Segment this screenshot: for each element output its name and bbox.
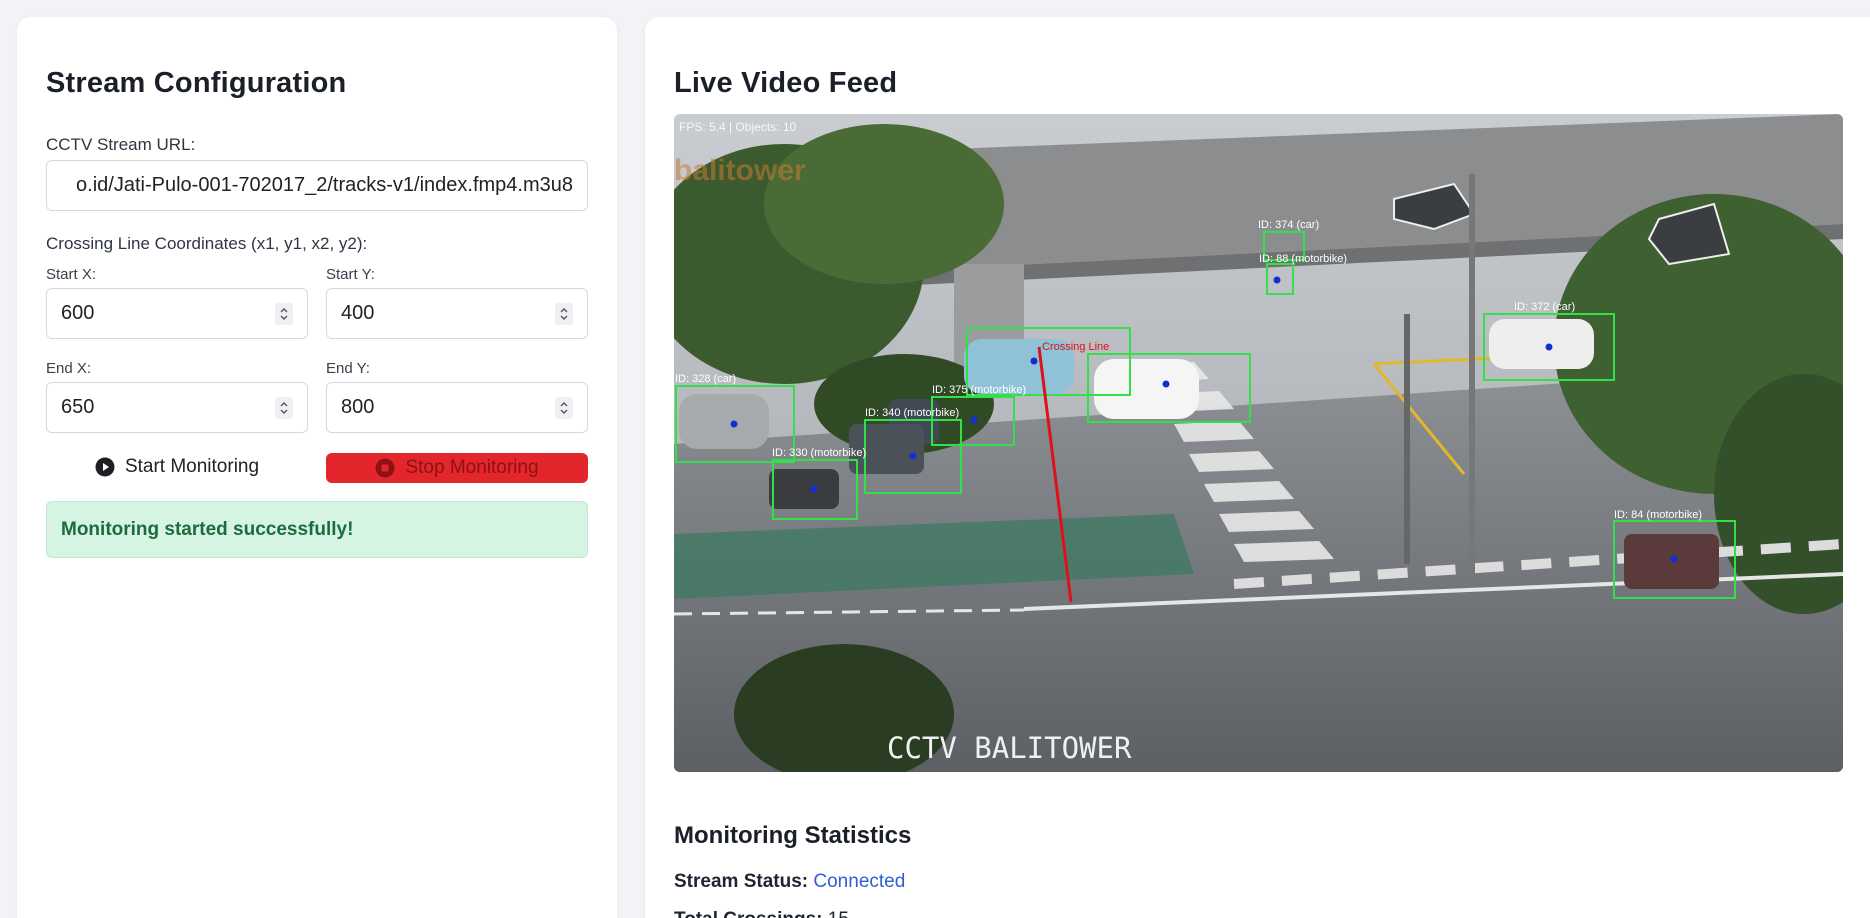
- fps-overlay: FPS: 5.4 | Objects: 10: [679, 120, 796, 134]
- stop-monitoring-label: Stop Monitoring: [405, 457, 539, 478]
- panel-title: Stream Configuration: [46, 67, 347, 99]
- stream-status: Stream Status: Connected: [674, 871, 905, 893]
- url-label: CCTV Stream URL:: [46, 135, 196, 154]
- start-y-label: Start Y:: [326, 266, 375, 283]
- det-label-328: ID: 328 (car): [675, 373, 736, 385]
- det-label-84: ID: 84 (motorbike): [1614, 509, 1702, 521]
- coordinates-label: Crossing Line Coordinates (x1, y1, x2, y…: [46, 234, 368, 253]
- video-scene: FPS: 5.4 | Objects: 10 balitower CCTV BA…: [674, 114, 1843, 772]
- stop-monitoring-button[interactable]: Stop Monitoring: [326, 453, 588, 483]
- video-frame[interactable]: FPS: 5.4 | Objects: 10 balitower CCTV BA…: [674, 114, 1843, 772]
- stop-icon: [375, 458, 395, 478]
- det-label-372: ID: 372 (car): [1514, 301, 1575, 313]
- stream-url-input[interactable]: o.id/Jati-Pulo-001-702017_2/tracks-v1/in…: [46, 160, 588, 211]
- stream-status-value: Connected: [813, 871, 906, 892]
- total-crossings: Total Crossings: 15: [674, 909, 849, 918]
- play-icon: [95, 457, 115, 477]
- stream-configuration-panel: Stream Configuration CCTV Stream URL: o.…: [17, 17, 617, 918]
- end-y-stepper[interactable]: [555, 397, 573, 419]
- start-x-stepper[interactable]: [275, 303, 293, 325]
- total-crossings-label: Total Crossings:: [674, 909, 823, 918]
- cctv-text: CCTV BALITOWER: [887, 731, 1132, 765]
- crossing-line-label: Crossing Line: [1042, 341, 1109, 353]
- det-label-88: ID: 88 (motorbike): [1259, 253, 1347, 265]
- end-x-stepper[interactable]: [275, 397, 293, 419]
- watermark: balitower: [674, 154, 806, 187]
- det-label-340: ID: 340 (motorbike): [865, 407, 959, 419]
- end-x-input[interactable]: 650: [46, 382, 308, 433]
- start-y-stepper[interactable]: [555, 303, 573, 325]
- det-label-375: ID: 375 (motorbike): [932, 384, 1026, 396]
- start-monitoring-label: Start Monitoring: [124, 456, 260, 477]
- end-x-label: End X:: [46, 360, 92, 377]
- end-x-value: 650: [61, 396, 95, 418]
- total-crossings-value: 15: [828, 909, 849, 918]
- stream-url-value: o.id/Jati-Pulo-001-702017_2/tracks-v1/in…: [76, 174, 573, 196]
- start-y-input[interactable]: 400: [326, 288, 588, 339]
- start-x-value: 600: [61, 302, 95, 324]
- stream-status-label: Stream Status:: [674, 871, 809, 892]
- live-video-panel: Live Video Feed FPS: 5.4 | Objects: 10 b…: [645, 17, 1870, 918]
- end-y-label: End Y:: [326, 360, 370, 377]
- det-label-330: ID: 330 (motorbike): [772, 447, 866, 459]
- start-x-label: Start X:: [46, 266, 97, 283]
- start-y-value: 400: [341, 302, 375, 324]
- success-alert: Monitoring started successfully!: [46, 501, 588, 558]
- stats-title: Monitoring Statistics: [674, 822, 912, 849]
- det-label-374: ID: 374 (car): [1258, 219, 1319, 231]
- end-y-value: 800: [341, 396, 375, 418]
- start-x-input[interactable]: 600: [46, 288, 308, 339]
- end-y-input[interactable]: 800: [326, 382, 588, 433]
- start-monitoring-button[interactable]: Start Monitoring: [46, 449, 308, 485]
- feed-title: Live Video Feed: [674, 67, 898, 99]
